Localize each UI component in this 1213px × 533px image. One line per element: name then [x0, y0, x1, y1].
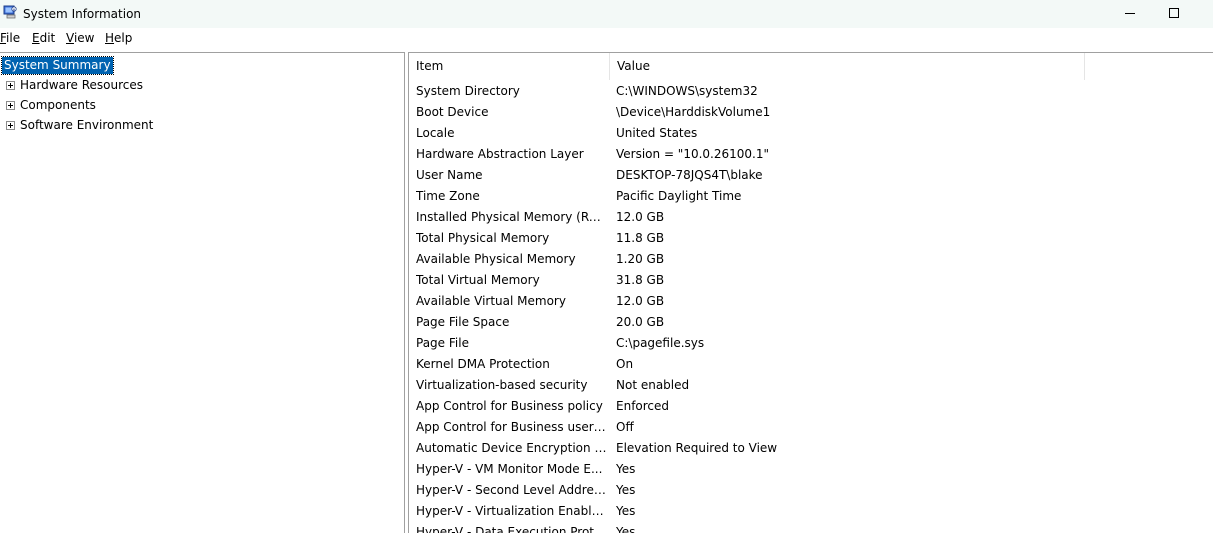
details-rows: System Directory C:\WINDOWS\system32 Boot…: [409, 81, 1213, 533]
row-value-cell: Off: [616, 420, 634, 434]
category-tree[interactable]: System Summary Hardware Resources Compon…: [0, 52, 405, 533]
maximize-button[interactable]: [1151, 0, 1197, 28]
row-item-cell: Virtualization-based security: [416, 378, 588, 392]
row-item-cell: Total Physical Memory: [416, 231, 550, 245]
menu-file[interactable]: File: [0, 31, 20, 46]
column-header-item[interactable]: Item: [409, 53, 610, 80]
row-value-cell: 12.0 GB: [616, 294, 665, 308]
row-item-cell: System Directory: [416, 84, 520, 98]
row-value-cell: C:\pagefile.sys: [616, 336, 705, 350]
table-row[interactable]: Hyper-V - Virtualization Enable... Yes: [409, 501, 1213, 522]
tree-item-software-environment[interactable]: Software Environment: [6, 117, 153, 134]
row-item-cell: Locale: [416, 126, 455, 140]
row-value-cell: Yes: [616, 483, 636, 497]
row-item-cell: Installed Physical Memory (RAM): [416, 210, 608, 224]
table-row[interactable]: Automatic Device Encryption Su... Elevati…: [409, 438, 1213, 459]
table-row[interactable]: Available Physical Memory 1.20 GB: [409, 249, 1213, 270]
menu-view[interactable]: View: [66, 31, 94, 46]
expand-plus-icon[interactable]: [6, 118, 15, 130]
table-row[interactable]: App Control for Business policy Enforced: [409, 396, 1213, 417]
menu-edit[interactable]: Edit: [32, 31, 55, 46]
row-value-cell: 12.0 GB: [616, 210, 665, 224]
table-row[interactable]: Available Virtual Memory 12.0 GB: [409, 291, 1213, 312]
tree-item-components[interactable]: Components: [6, 97, 96, 114]
row-item-cell: Hyper-V - Data Execution Prote...: [416, 525, 608, 533]
table-row[interactable]: Hardware Abstraction Layer Version = "10.…: [409, 144, 1213, 165]
maximize-icon: [1169, 7, 1179, 21]
row-item-cell: Page File Space: [416, 315, 510, 329]
table-row[interactable]: Kernel DMA Protection On: [409, 354, 1213, 375]
row-item-cell: App Control for Business policy: [416, 399, 603, 413]
row-item-cell: Hardware Abstraction Layer: [416, 147, 584, 161]
table-row[interactable]: Virtualization-based security Not enabled: [409, 375, 1213, 396]
table-row[interactable]: Hyper-V - Data Execution Prote... Yes: [409, 522, 1213, 533]
menu-bar: File Edit View Help: [0, 28, 1213, 48]
tree-item-label: Software Environment: [20, 118, 154, 132]
tree-item-system-summary[interactable]: System Summary: [1, 56, 114, 75]
table-row[interactable]: Time Zone Pacific Daylight Time: [409, 186, 1213, 207]
title-bar[interactable]: System Information: [0, 0, 1213, 28]
row-item-cell: Total Virtual Memory: [416, 273, 540, 287]
table-row[interactable]: Boot Device \Device\HarddiskVolume1: [409, 102, 1213, 123]
row-value-cell: 1.20 GB: [616, 252, 665, 266]
minimize-icon: [1125, 7, 1135, 21]
row-item-cell: Hyper-V - Virtualization Enable...: [416, 504, 608, 518]
row-item-cell: Page File: [416, 336, 469, 350]
expand-plus-icon[interactable]: [6, 78, 15, 90]
row-value-cell: Pacific Daylight Time: [616, 189, 742, 203]
tree-item-label: Components: [20, 98, 96, 112]
row-item-cell: Available Physical Memory: [416, 252, 576, 266]
row-item-cell: Automatic Device Encryption Su...: [416, 441, 608, 455]
table-row[interactable]: User Name DESKTOP-78JQS4T\blake: [409, 165, 1213, 186]
row-value-cell: Yes: [616, 525, 636, 533]
expand-plus-icon[interactable]: [6, 98, 15, 110]
row-value-cell: DESKTOP-78JQS4T\blake: [616, 168, 763, 182]
row-item-cell: Time Zone: [416, 189, 480, 203]
row-value-cell: Elevation Required to View: [616, 441, 778, 455]
menu-help[interactable]: Help: [105, 31, 132, 46]
tree-item-label: Hardware Resources: [20, 78, 144, 92]
row-item-cell: User Name: [416, 168, 483, 182]
row-value-cell: Version = "10.0.26100.1": [616, 147, 770, 161]
tree-item-hardware-resources[interactable]: Hardware Resources: [6, 77, 143, 94]
system-information-window: System Information File Edit View Help S…: [0, 0, 1213, 533]
row-value-cell: Yes: [616, 504, 636, 518]
row-item-cell: Boot Device: [416, 105, 489, 119]
table-row[interactable]: Page File Space 20.0 GB: [409, 312, 1213, 333]
table-row[interactable]: Hyper-V - VM Monitor Mode E... Yes: [409, 459, 1213, 480]
row-value-cell: 20.0 GB: [616, 315, 665, 329]
row-value-cell: Not enabled: [616, 378, 690, 392]
row-value-cell: 31.8 GB: [616, 273, 665, 287]
system-information-icon: [3, 5, 17, 19]
table-row[interactable]: Hyper-V - Second Level Addres... Yes: [409, 480, 1213, 501]
row-value-cell: Yes: [616, 462, 636, 476]
row-item-cell: Kernel DMA Protection: [416, 357, 550, 371]
row-item-cell: App Control for Business user ...: [416, 420, 608, 434]
table-row[interactable]: Total Physical Memory 11.8 GB: [409, 228, 1213, 249]
table-row[interactable]: Locale United States: [409, 123, 1213, 144]
row-item-cell: Hyper-V - VM Monitor Mode E...: [416, 462, 603, 476]
table-row[interactable]: Page File C:\pagefile.sys: [409, 333, 1213, 354]
table-row[interactable]: Total Virtual Memory 31.8 GB: [409, 270, 1213, 291]
row-value-cell: On: [616, 357, 634, 371]
details-list[interactable]: Item Value System Directory C:\WINDOWS\sy…: [408, 52, 1213, 533]
minimize-button[interactable]: [1107, 0, 1153, 28]
table-row[interactable]: System Directory C:\WINDOWS\system32: [409, 81, 1213, 102]
window-title: System Information: [23, 7, 142, 21]
column-header-value[interactable]: Value: [610, 53, 1085, 80]
row-value-cell: C:\WINDOWS\system32: [616, 84, 758, 98]
row-value-cell: \Device\HarddiskVolume1: [616, 105, 771, 119]
row-value-cell: 11.8 GB: [616, 231, 665, 245]
row-item-cell: Hyper-V - Second Level Addres...: [416, 483, 608, 497]
row-value-cell: Enforced: [616, 399, 670, 413]
row-item-cell: Available Virtual Memory: [416, 294, 566, 308]
table-row[interactable]: App Control for Business user ... Off: [409, 417, 1213, 438]
row-value-cell: United States: [616, 126, 698, 140]
table-row[interactable]: Installed Physical Memory (RAM) 12.0 GB: [409, 207, 1213, 228]
